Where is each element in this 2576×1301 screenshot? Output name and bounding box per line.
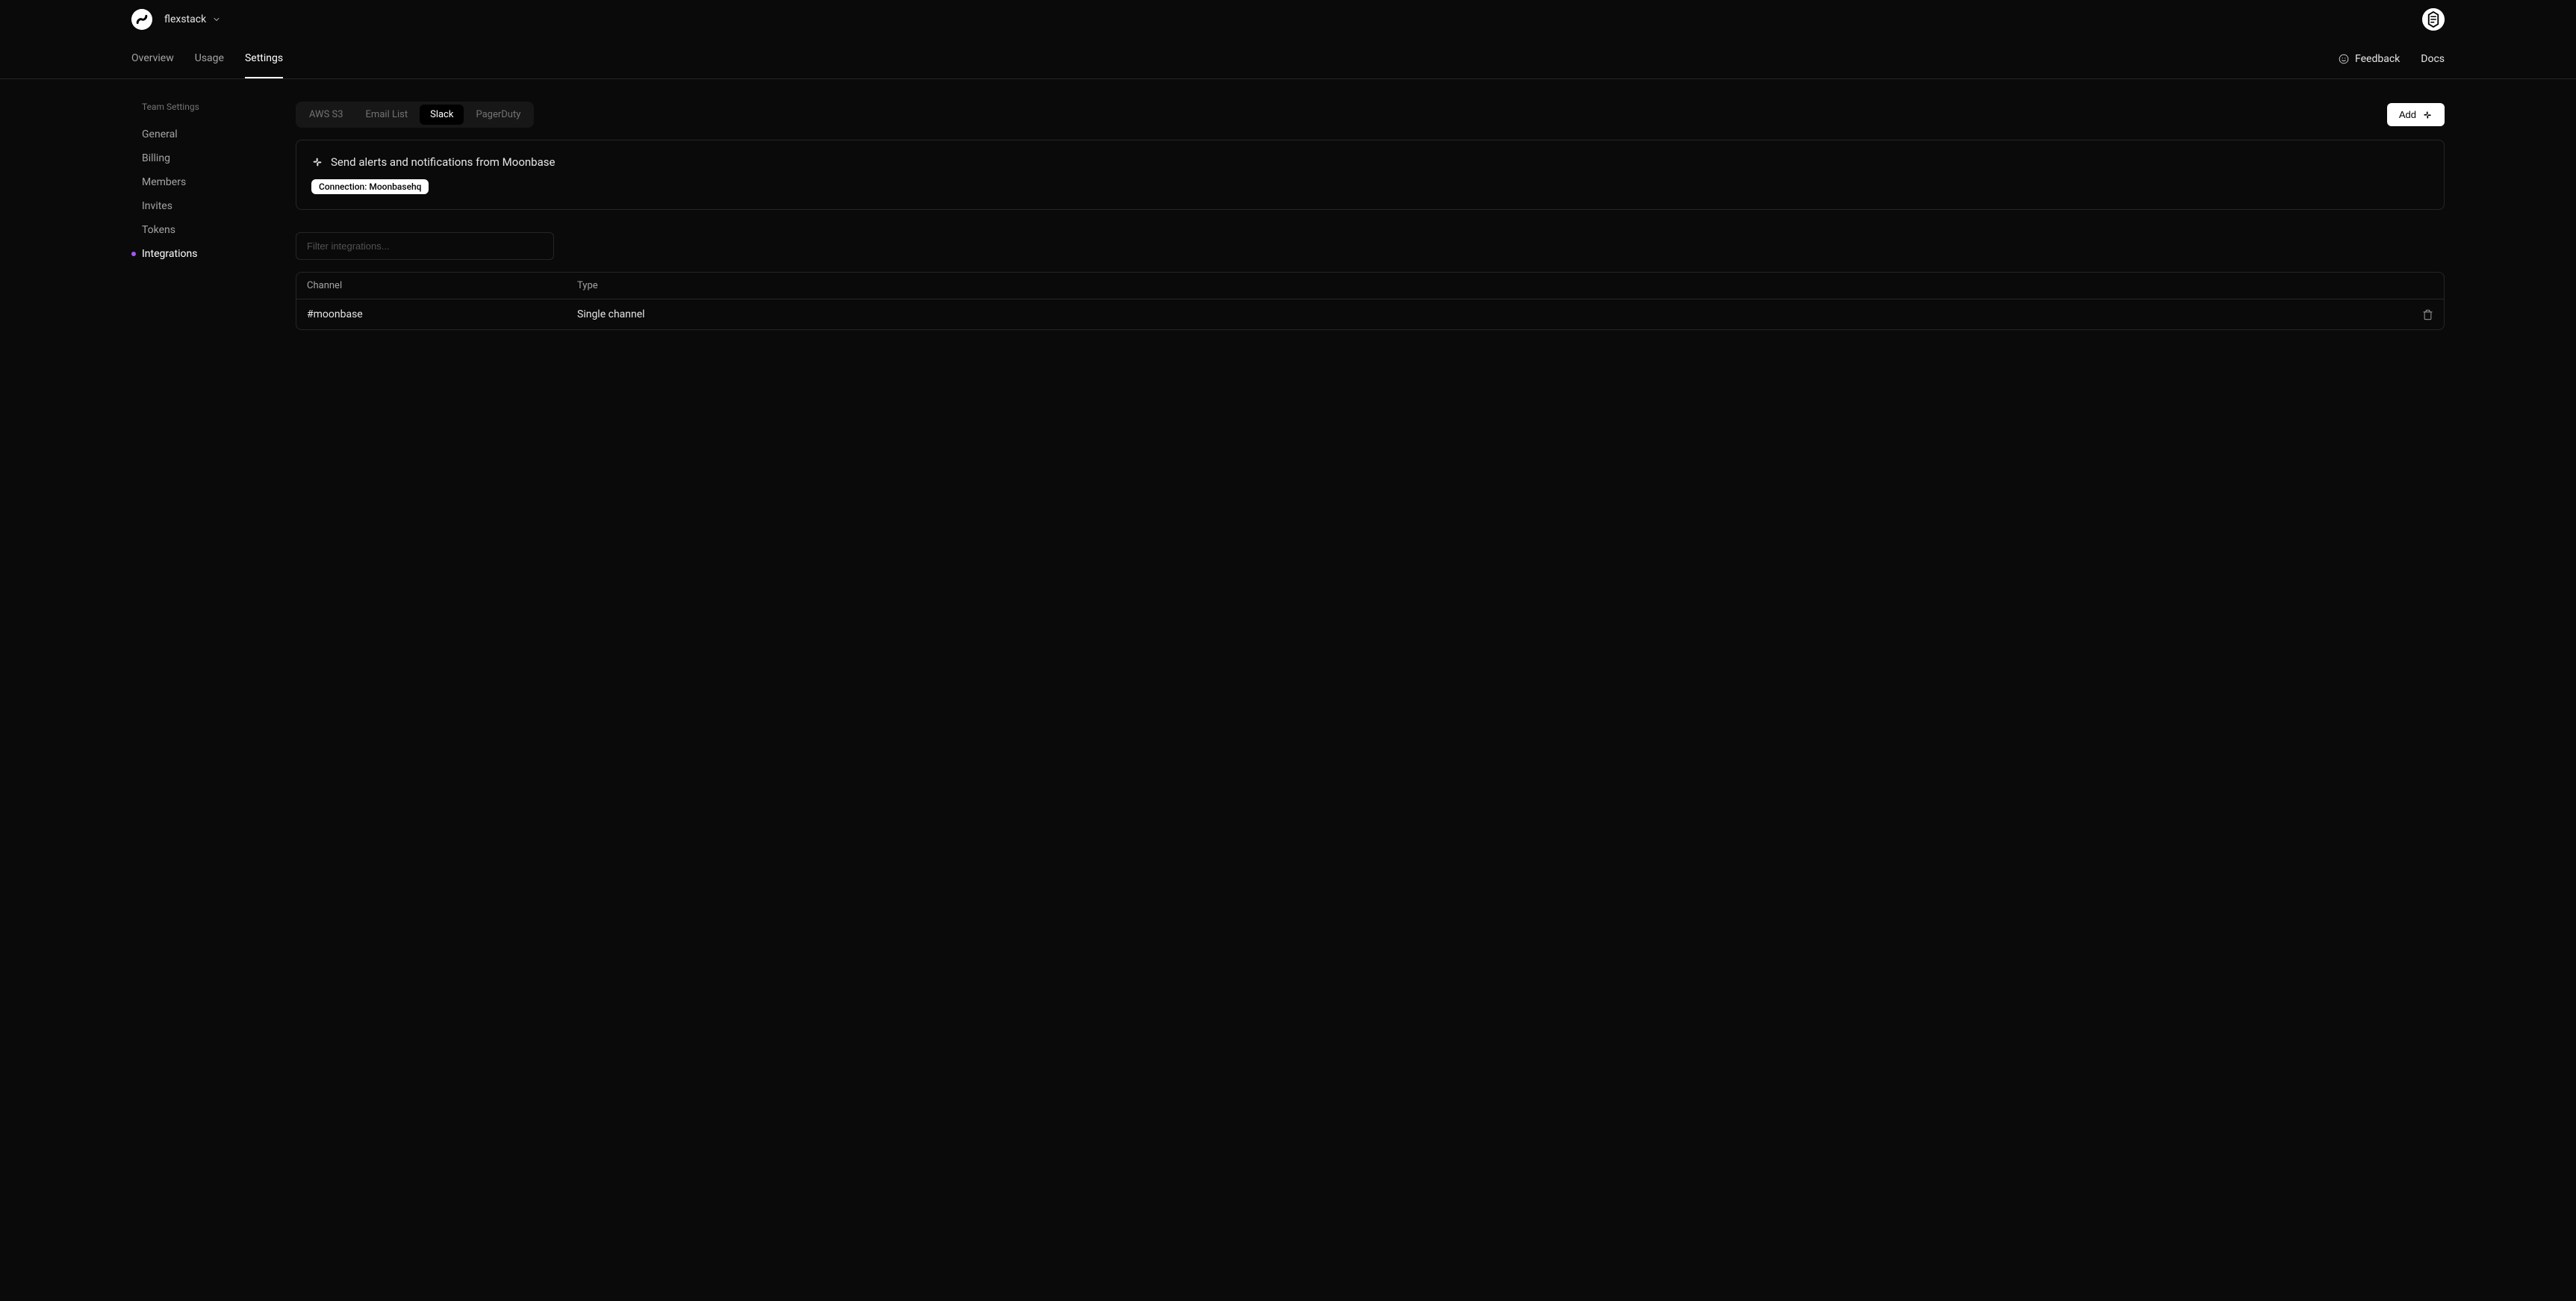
- cell-type: Single channel: [577, 308, 2404, 320]
- chevron-down-icon: [212, 15, 221, 24]
- nav-tab-settings[interactable]: Settings: [245, 39, 283, 78]
- trash-icon: [2422, 309, 2433, 320]
- filter-input[interactable]: [296, 232, 554, 260]
- column-channel: Channel: [307, 280, 577, 291]
- integration-tab-pagerduty[interactable]: PagerDuty: [465, 105, 531, 125]
- table-row: #moonbase Single channel: [296, 299, 2444, 329]
- integration-tabs: AWS S3 Email List Slack PagerDuty: [296, 102, 534, 128]
- slack-icon: [311, 156, 323, 168]
- sidebar-item-tokens[interactable]: Tokens: [131, 218, 266, 242]
- org-name: flexstack: [164, 13, 206, 25]
- integration-tab-aws-s3[interactable]: AWS S3: [299, 105, 354, 125]
- nav-tab-overview[interactable]: Overview: [131, 39, 174, 78]
- sidebar-item-general[interactable]: General: [131, 122, 266, 146]
- table-header: Channel Type: [296, 273, 2444, 299]
- docs-link[interactable]: Docs: [2421, 53, 2445, 65]
- integration-card: Send alerts and notifications from Moonb…: [296, 140, 2445, 210]
- slack-icon: [2422, 110, 2433, 120]
- feedback-link[interactable]: Feedback: [2339, 53, 2400, 65]
- integration-tab-email-list[interactable]: Email List: [355, 105, 419, 125]
- smiley-icon: [2339, 54, 2349, 64]
- sidebar-item-billing[interactable]: Billing: [131, 146, 266, 170]
- sidebar-item-invites[interactable]: Invites: [131, 194, 266, 218]
- avatar-icon: [2422, 8, 2445, 31]
- app-logo[interactable]: [131, 9, 152, 30]
- cell-channel: #moonbase: [307, 308, 577, 320]
- column-type: Type: [577, 280, 2404, 291]
- sidebar-item-integrations[interactable]: Integrations: [131, 242, 266, 266]
- active-dot-icon: [131, 252, 136, 256]
- sidebar-heading: Team Settings: [131, 102, 266, 112]
- integrations-table: Channel Type #moonbase Single channel: [296, 272, 2445, 330]
- integration-card-title: Send alerts and notifications from Moonb…: [331, 155, 555, 169]
- integration-tab-slack[interactable]: Slack: [420, 105, 464, 125]
- logo-icon: [131, 9, 152, 30]
- sidebar: Team Settings General Billing Members In…: [131, 102, 266, 330]
- add-button[interactable]: Add: [2387, 103, 2445, 126]
- nav-tab-usage[interactable]: Usage: [195, 39, 224, 78]
- avatar[interactable]: [2422, 8, 2445, 31]
- sidebar-item-members[interactable]: Members: [131, 170, 266, 194]
- connection-badge: Connection: Moonbasehq: [311, 179, 429, 194]
- delete-button[interactable]: [2422, 309, 2433, 320]
- org-selector[interactable]: flexstack: [164, 13, 221, 25]
